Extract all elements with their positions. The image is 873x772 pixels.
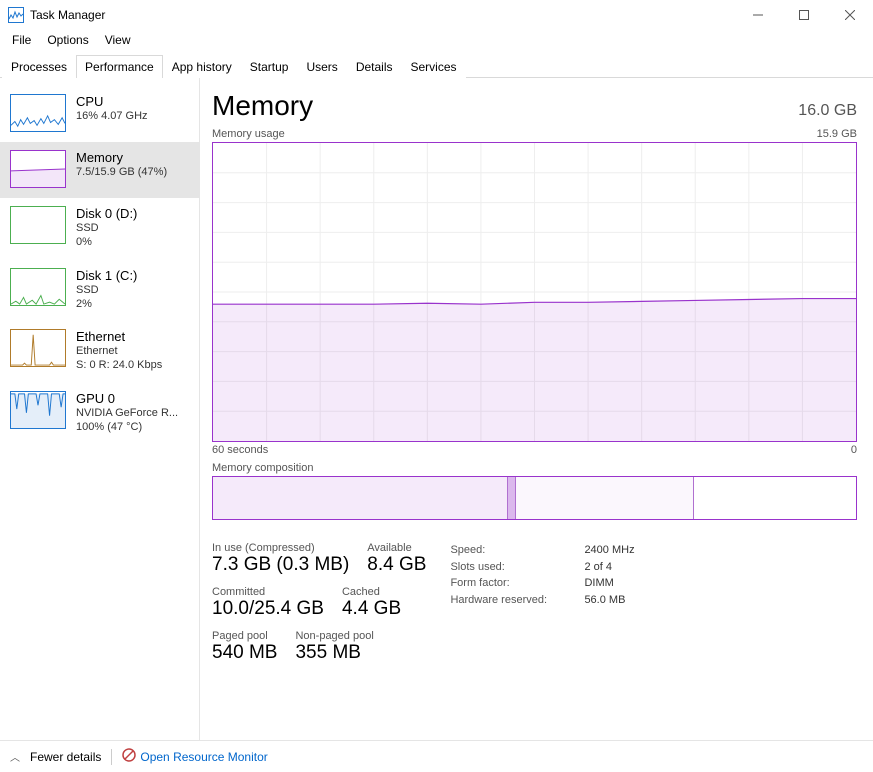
composition-segment [694,477,856,519]
sidebar-item-ethernet[interactable]: Ethernet Ethernet S: 0 R: 24.0 Kbps [0,321,199,383]
sidebar-item-cpu[interactable]: CPU 16% 4.07 GHz [0,86,199,142]
stat-paged: Paged pool 540 MB [212,630,277,664]
memory-thumb [10,150,66,188]
sidebar-item-sub: 7.5/15.9 GB (47%) [76,165,167,179]
axis-right: 0 [851,444,857,456]
titlebar: Task Manager [0,0,873,30]
stat-cached: Cached 4.4 GB [342,586,401,620]
capacity-value: 16.0 GB [798,102,857,120]
close-button[interactable] [827,0,873,30]
sidebar-item-sub: NVIDIA GeForce R... [76,406,178,420]
sidebar: CPU 16% 4.07 GHz Memory 7.5/15.9 GB (47%… [0,78,200,740]
stat-committed: Committed 10.0/25.4 GB [212,586,324,620]
sidebar-item-label: CPU [76,94,148,109]
sidebar-item-sub2: 2% [76,297,137,311]
sidebar-item-gpu0[interactable]: GPU 0 NVIDIA GeForce R... 100% (47 °C) [0,383,199,445]
sidebar-item-label: GPU 0 [76,391,178,406]
disk1-thumb [10,268,66,306]
detail-pane: Memory 16.0 GB Memory usage 15.9 GB 60 s… [200,78,873,740]
sidebar-item-disk1[interactable]: Disk 1 (C:) SSD 2% [0,260,199,322]
window-title: Task Manager [30,8,105,22]
sidebar-item-memory[interactable]: Memory 7.5/15.9 GB (47%) [0,142,199,198]
maximize-button[interactable] [781,0,827,30]
tab-processes[interactable]: Processes [2,55,76,78]
page-title: Memory [212,90,313,122]
sidebar-item-sub2: 0% [76,235,137,249]
menu-options[interactable]: Options [39,31,96,49]
axis-left: 60 seconds [212,444,268,456]
sidebar-item-sub: SSD [76,283,137,297]
menu-view[interactable]: View [97,31,139,49]
open-resource-monitor-link[interactable]: Open Resource Monitor [122,748,267,765]
memory-composition-bar [212,476,857,520]
sidebar-item-label: Disk 0 (D:) [76,206,137,221]
ethernet-thumb [10,329,66,367]
fewer-details-link[interactable]: Fewer details [30,750,101,764]
sidebar-item-sub: Ethernet [76,344,162,358]
sidebar-item-disk0[interactable]: Disk 0 (D:) SSD 0% [0,198,199,260]
tab-users[interactable]: Users [297,55,346,78]
resource-monitor-icon [122,748,136,765]
memory-kv-table: Speed:2400 MHz Slots used:2 of 4 Form fa… [450,542,634,664]
chevron-up-icon[interactable]: ︿ [10,749,20,764]
tab-performance[interactable]: Performance [76,55,163,78]
menubar: File Options View [0,30,873,50]
separator [111,749,112,765]
gpu-thumb [10,391,66,429]
tab-app-history[interactable]: App history [163,55,241,78]
menu-file[interactable]: File [4,31,39,49]
sidebar-item-sub2: 100% (47 °C) [76,420,178,434]
composition-label: Memory composition [212,462,857,474]
app-icon [8,7,24,23]
sidebar-item-sub2: S: 0 R: 24.0 Kbps [76,358,162,372]
sidebar-item-label: Disk 1 (C:) [76,268,137,283]
sidebar-item-label: Memory [76,150,167,165]
tab-strip: Processes Performance App history Startu… [0,50,873,78]
sidebar-item-label: Ethernet [76,329,162,344]
disk0-thumb [10,206,66,244]
sidebar-item-sub: SSD [76,221,137,235]
tab-startup[interactable]: Startup [241,55,298,78]
tab-details[interactable]: Details [347,55,402,78]
usage-chart-label: Memory usage [212,128,285,140]
stat-nonpaged: Non-paged pool 355 MB [295,630,373,664]
main: CPU 16% 4.07 GHz Memory 7.5/15.9 GB (47%… [0,78,873,740]
composition-segment [213,477,508,519]
usage-chart-max: 15.9 GB [817,128,857,140]
sidebar-item-sub: 16% 4.07 GHz [76,109,148,123]
minimize-button[interactable] [735,0,781,30]
memory-usage-chart [212,142,857,442]
footer: ︿ Fewer details Open Resource Monitor [0,740,873,772]
stat-in-use: In use (Compressed) 7.3 GB (0.3 MB) [212,542,349,576]
composition-segment [516,477,694,519]
stats: In use (Compressed) 7.3 GB (0.3 MB) Avai… [212,542,857,664]
composition-segment [508,477,516,519]
cpu-thumb [10,94,66,132]
tab-services[interactable]: Services [402,55,466,78]
stat-available: Available 8.4 GB [367,542,426,576]
